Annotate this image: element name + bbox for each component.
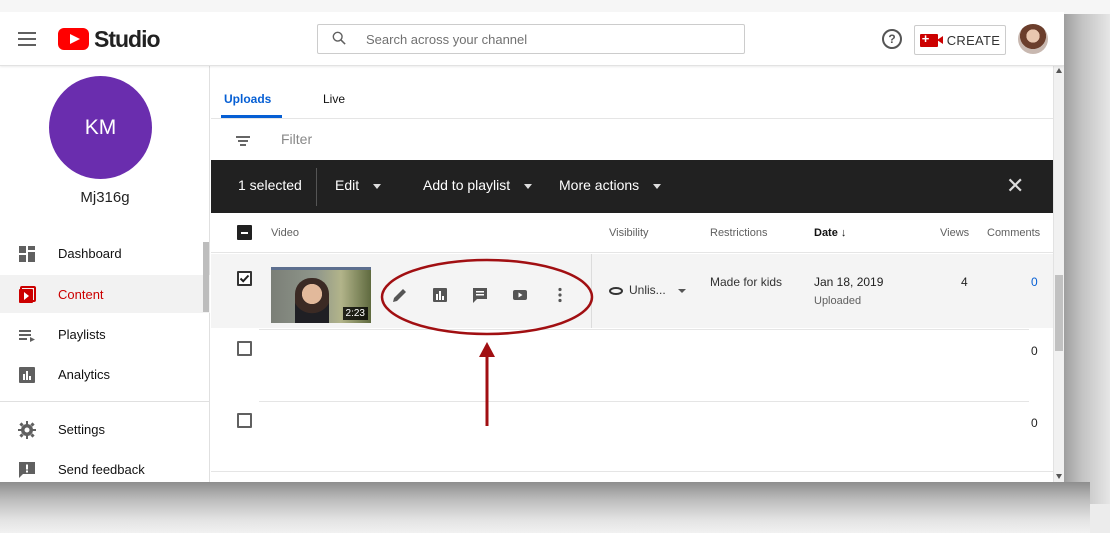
video-thumbnail[interactable]: 2:23	[271, 267, 371, 323]
channel-name: Mj316g	[80, 189, 130, 206]
add-to-playlist-label: Add to playlist	[423, 177, 511, 193]
tab-uploads[interactable]: Uploads	[224, 92, 271, 106]
more-actions-dropdown[interactable]: More actions	[559, 177, 662, 193]
youtube-play-icon	[58, 28, 89, 50]
studio-logo[interactable]: Studio	[58, 25, 161, 52]
playlists-icon	[19, 330, 35, 342]
content-tabs: Uploads Live	[211, 66, 1053, 119]
analytics-icon[interactable]	[431, 286, 449, 304]
account-avatar[interactable]	[1018, 24, 1048, 54]
row-divider	[211, 471, 1053, 472]
date-value: Jan 18, 2019	[814, 275, 884, 289]
chevron-down-icon	[373, 183, 382, 189]
column-restrictions: Restrictions	[710, 227, 768, 239]
sidebar-item-dashboard[interactable]: Dashboard	[0, 234, 210, 272]
search-icon	[332, 31, 346, 45]
sidebar-item-send-feedback[interactable]: Send feedback	[0, 450, 210, 482]
views-count: 4	[961, 275, 968, 289]
tab-live[interactable]: Live	[323, 92, 345, 106]
table-row[interactable]: 2:23 Unlis... Made for kids Jan 18, 2019…	[211, 254, 1053, 328]
select-all-checkbox[interactable]	[237, 225, 252, 240]
help-icon[interactable]: ?	[882, 29, 902, 49]
more-actions-label: More actions	[559, 177, 640, 193]
visibility-value: Unlis...	[629, 283, 666, 297]
sidebar: KM Mj316g Dashboard Content Playlists An…	[0, 66, 210, 482]
column-date-sort[interactable]: Date ↓	[814, 227, 846, 239]
date-cell: Jan 18, 2019 Uploaded	[814, 275, 883, 307]
more-options-icon[interactable]	[551, 286, 569, 304]
sidebar-item-settings[interactable]: Settings	[0, 410, 210, 448]
comments-count: 0	[1031, 344, 1038, 358]
top-bar: Studio ? CREATE	[0, 12, 1064, 66]
row-divider	[259, 401, 1029, 402]
sidebar-item-label: Content	[58, 286, 104, 302]
row-checkbox[interactable]	[237, 341, 252, 356]
sidebar-item-label: Playlists	[58, 326, 106, 342]
row-checkbox[interactable]	[237, 271, 252, 286]
selected-count: 1 selected	[238, 177, 302, 193]
sidebar-scrollbar[interactable]	[203, 242, 209, 312]
filter-bar[interactable]: Filter	[211, 120, 1053, 160]
video-camera-plus-icon	[919, 31, 943, 47]
sidebar-item-analytics[interactable]: Analytics	[0, 355, 210, 393]
column-divider	[591, 254, 592, 328]
column-comments: Comments	[987, 227, 1041, 239]
active-tab-indicator	[221, 115, 282, 118]
row-divider	[259, 329, 1029, 330]
chevron-down-icon	[524, 183, 533, 189]
filter-input[interactable]: Filter	[281, 131, 312, 147]
bulk-action-bar: 1 selected Edit Add to playlist More act…	[211, 160, 1053, 213]
comments-count: 0	[1031, 416, 1038, 430]
scrollbar-thumb[interactable]	[1055, 275, 1063, 351]
create-label: CREATE	[946, 32, 1001, 48]
sidebar-item-label: Analytics	[58, 366, 111, 382]
visibility-dropdown[interactable]: Unlis...	[609, 283, 686, 297]
content-icon	[19, 286, 36, 303]
comments-count-link[interactable]: 0	[1031, 275, 1038, 289]
column-visibility: Visibility	[609, 227, 649, 239]
thumbnail-person	[295, 278, 329, 323]
eye-icon	[609, 286, 623, 295]
chevron-down-icon	[677, 288, 686, 293]
sidebar-item-label: Send feedback	[58, 461, 145, 477]
menu-icon[interactable]	[18, 32, 36, 46]
studio-window: Studio ? CREATE KM Mj316g Dashboard	[0, 12, 1064, 482]
youtube-view-icon[interactable]	[511, 286, 529, 304]
edit-dropdown[interactable]: Edit	[335, 177, 382, 193]
date-status: Uploaded	[814, 295, 862, 307]
search-box[interactable]	[317, 24, 745, 54]
restrictions-value: Made for kids	[710, 275, 783, 289]
pencil-edit-icon[interactable]	[391, 286, 409, 304]
sidebar-divider	[0, 401, 210, 402]
feedback-icon	[19, 462, 35, 478]
sidebar-item-playlists[interactable]: Playlists	[0, 315, 210, 353]
column-video: Video	[271, 227, 299, 239]
sidebar-item-label: Dashboard	[58, 245, 122, 261]
sidebar-item-label: Settings	[58, 421, 105, 437]
chevron-down-icon	[653, 183, 662, 189]
video-duration: 2:23	[342, 307, 368, 320]
close-icon[interactable]: ✕	[1006, 173, 1024, 199]
add-to-playlist-dropdown[interactable]: Add to playlist	[423, 177, 533, 193]
sidebar-item-content[interactable]: Content	[0, 275, 210, 313]
scroll-down-arrow[interactable]	[1056, 474, 1062, 479]
check-icon	[239, 274, 250, 283]
page-scrollbar[interactable]	[1053, 66, 1064, 482]
content-panel: Uploads Live Filter 1 selected Edit Add …	[211, 66, 1053, 482]
scroll-up-arrow[interactable]	[1056, 68, 1062, 73]
action-bar-divider	[316, 168, 317, 206]
table-header: Video Visibility Restrictions Date ↓ Vie…	[211, 213, 1053, 253]
channel-avatar[interactable]: KM	[49, 76, 152, 179]
edit-label: Edit	[335, 177, 360, 193]
analytics-icon	[19, 367, 35, 383]
logo-text: Studio	[94, 25, 161, 52]
column-views: Views	[940, 227, 970, 239]
dashboard-icon	[19, 246, 35, 262]
row-checkbox[interactable]	[237, 413, 252, 428]
gear-icon	[18, 421, 36, 439]
comments-icon[interactable]	[471, 286, 489, 304]
create-button[interactable]: CREATE	[914, 25, 1006, 55]
filter-icon[interactable]	[236, 136, 250, 146]
search-input[interactable]	[366, 29, 726, 49]
